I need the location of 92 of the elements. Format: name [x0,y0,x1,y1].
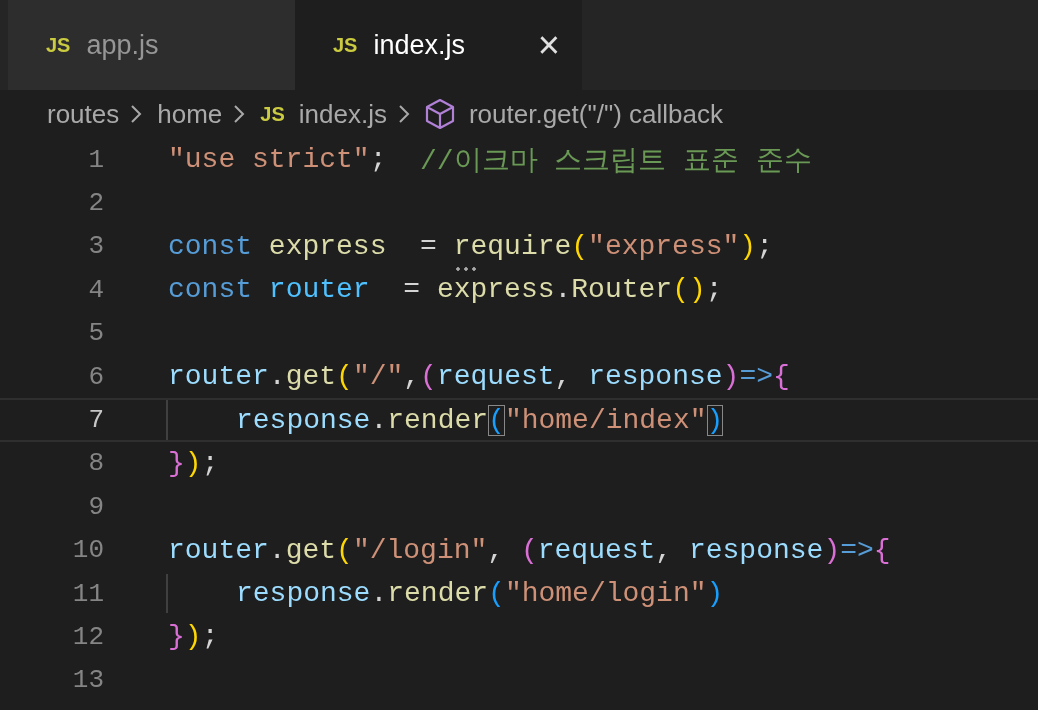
js-file-icon: JS [46,33,71,57]
line-number: 5 [87,318,104,349]
line-number: 6 [87,361,104,392]
code-token: ) [722,361,740,393]
line-number: 8 [87,448,104,479]
line-number: 13 [71,665,104,696]
code-token: //이크마 스크립트 표준 준수 [420,144,813,179]
code-token: ; [369,144,388,176]
code-token: { [873,534,891,566]
tab-label: app.js [86,29,160,61]
code-token: ( [571,230,589,262]
code-token: response [688,534,824,566]
code-token: , [554,361,573,393]
code-token: express [436,274,555,306]
code-token: require [453,230,572,262]
code-token: response [236,578,371,610]
code-token: ; [201,447,219,479]
code-token: "use strict" [168,144,370,176]
line-number: 11 [71,578,104,609]
code-token: ( [520,534,538,566]
code-token: ) [823,534,841,566]
code-token: router [168,361,269,393]
code-token: , [487,534,506,566]
code-token: ) [706,578,724,610]
code-token: ( [336,361,353,393]
editor-tab[interactable]: JS app.js [8,0,295,90]
code-token: router [268,274,370,306]
code-token: "/" [352,361,404,393]
code-token: render [387,404,489,436]
code-token: ) [739,230,757,262]
line-number: 3 [87,231,104,262]
code-token: } [168,447,185,479]
code-token: request [436,361,555,393]
tab-label: index.js [373,29,466,61]
chevron-right-icon [129,103,144,125]
code-token: render [387,578,489,610]
breadcrumb-item[interactable]: index.js [298,98,387,130]
line-number: 10 [71,535,104,566]
matched-bracket: ) [706,404,724,436]
code-token: "home/index" [504,404,707,436]
code-token: ( [420,361,437,393]
code-token: Router [571,274,673,306]
line-number: 7 [87,405,104,436]
code-token: => [739,361,773,393]
code-token: request [537,534,656,566]
code-token: ( [488,578,505,610]
code-token: = [419,230,438,262]
code-token: ; [756,230,773,262]
close-icon[interactable]: × [537,26,560,64]
code-token: { [773,361,790,393]
breadcrumb-item[interactable]: home [157,98,223,130]
line-number: 4 [87,274,104,305]
cube-icon [424,98,455,130]
code-token: express [268,230,387,262]
editor-tab[interactable]: JS index.js × [295,0,582,90]
line-number: 12 [71,622,104,652]
code-token: const [168,230,253,262]
line-number: 1 [87,144,104,175]
code-token: . [554,274,572,306]
code-token: ) [184,447,202,479]
code-token: "/login" [352,534,488,566]
code-token: ) [184,621,202,653]
code-token: () [672,274,706,306]
code-token: ; [201,621,219,653]
code-token: . [370,578,388,610]
matched-bracket: ( [488,404,505,436]
code-token: response [588,361,723,393]
code-token: "home/login" [504,578,707,610]
js-file-icon: JS [260,102,285,126]
code-token: => [840,534,874,566]
code-token: } [168,621,185,653]
chevron-right-icon [396,103,411,125]
code-token: "express" [588,230,740,262]
line-number: 2 [87,188,104,219]
chevron-right-icon [232,103,247,125]
code-token: = [402,274,422,306]
js-file-icon: JS [333,33,358,57]
code-token: , [403,361,421,393]
code-token: ( [336,534,353,566]
code-token: . [268,534,286,566]
breadcrumb-item[interactable]: routes [47,98,120,130]
breadcrumb-item[interactable]: router.get("/") callback [468,98,723,130]
code-token: router [168,534,269,566]
code-token: get [285,534,337,566]
code-token: const [168,274,253,306]
code-token: . [268,361,286,393]
code-token: . [370,404,388,436]
code-token: get [285,361,337,393]
line-number: 9 [87,491,104,522]
code-token: , [655,534,674,566]
code-token: response [236,404,371,436]
code-token: ; [705,274,723,306]
